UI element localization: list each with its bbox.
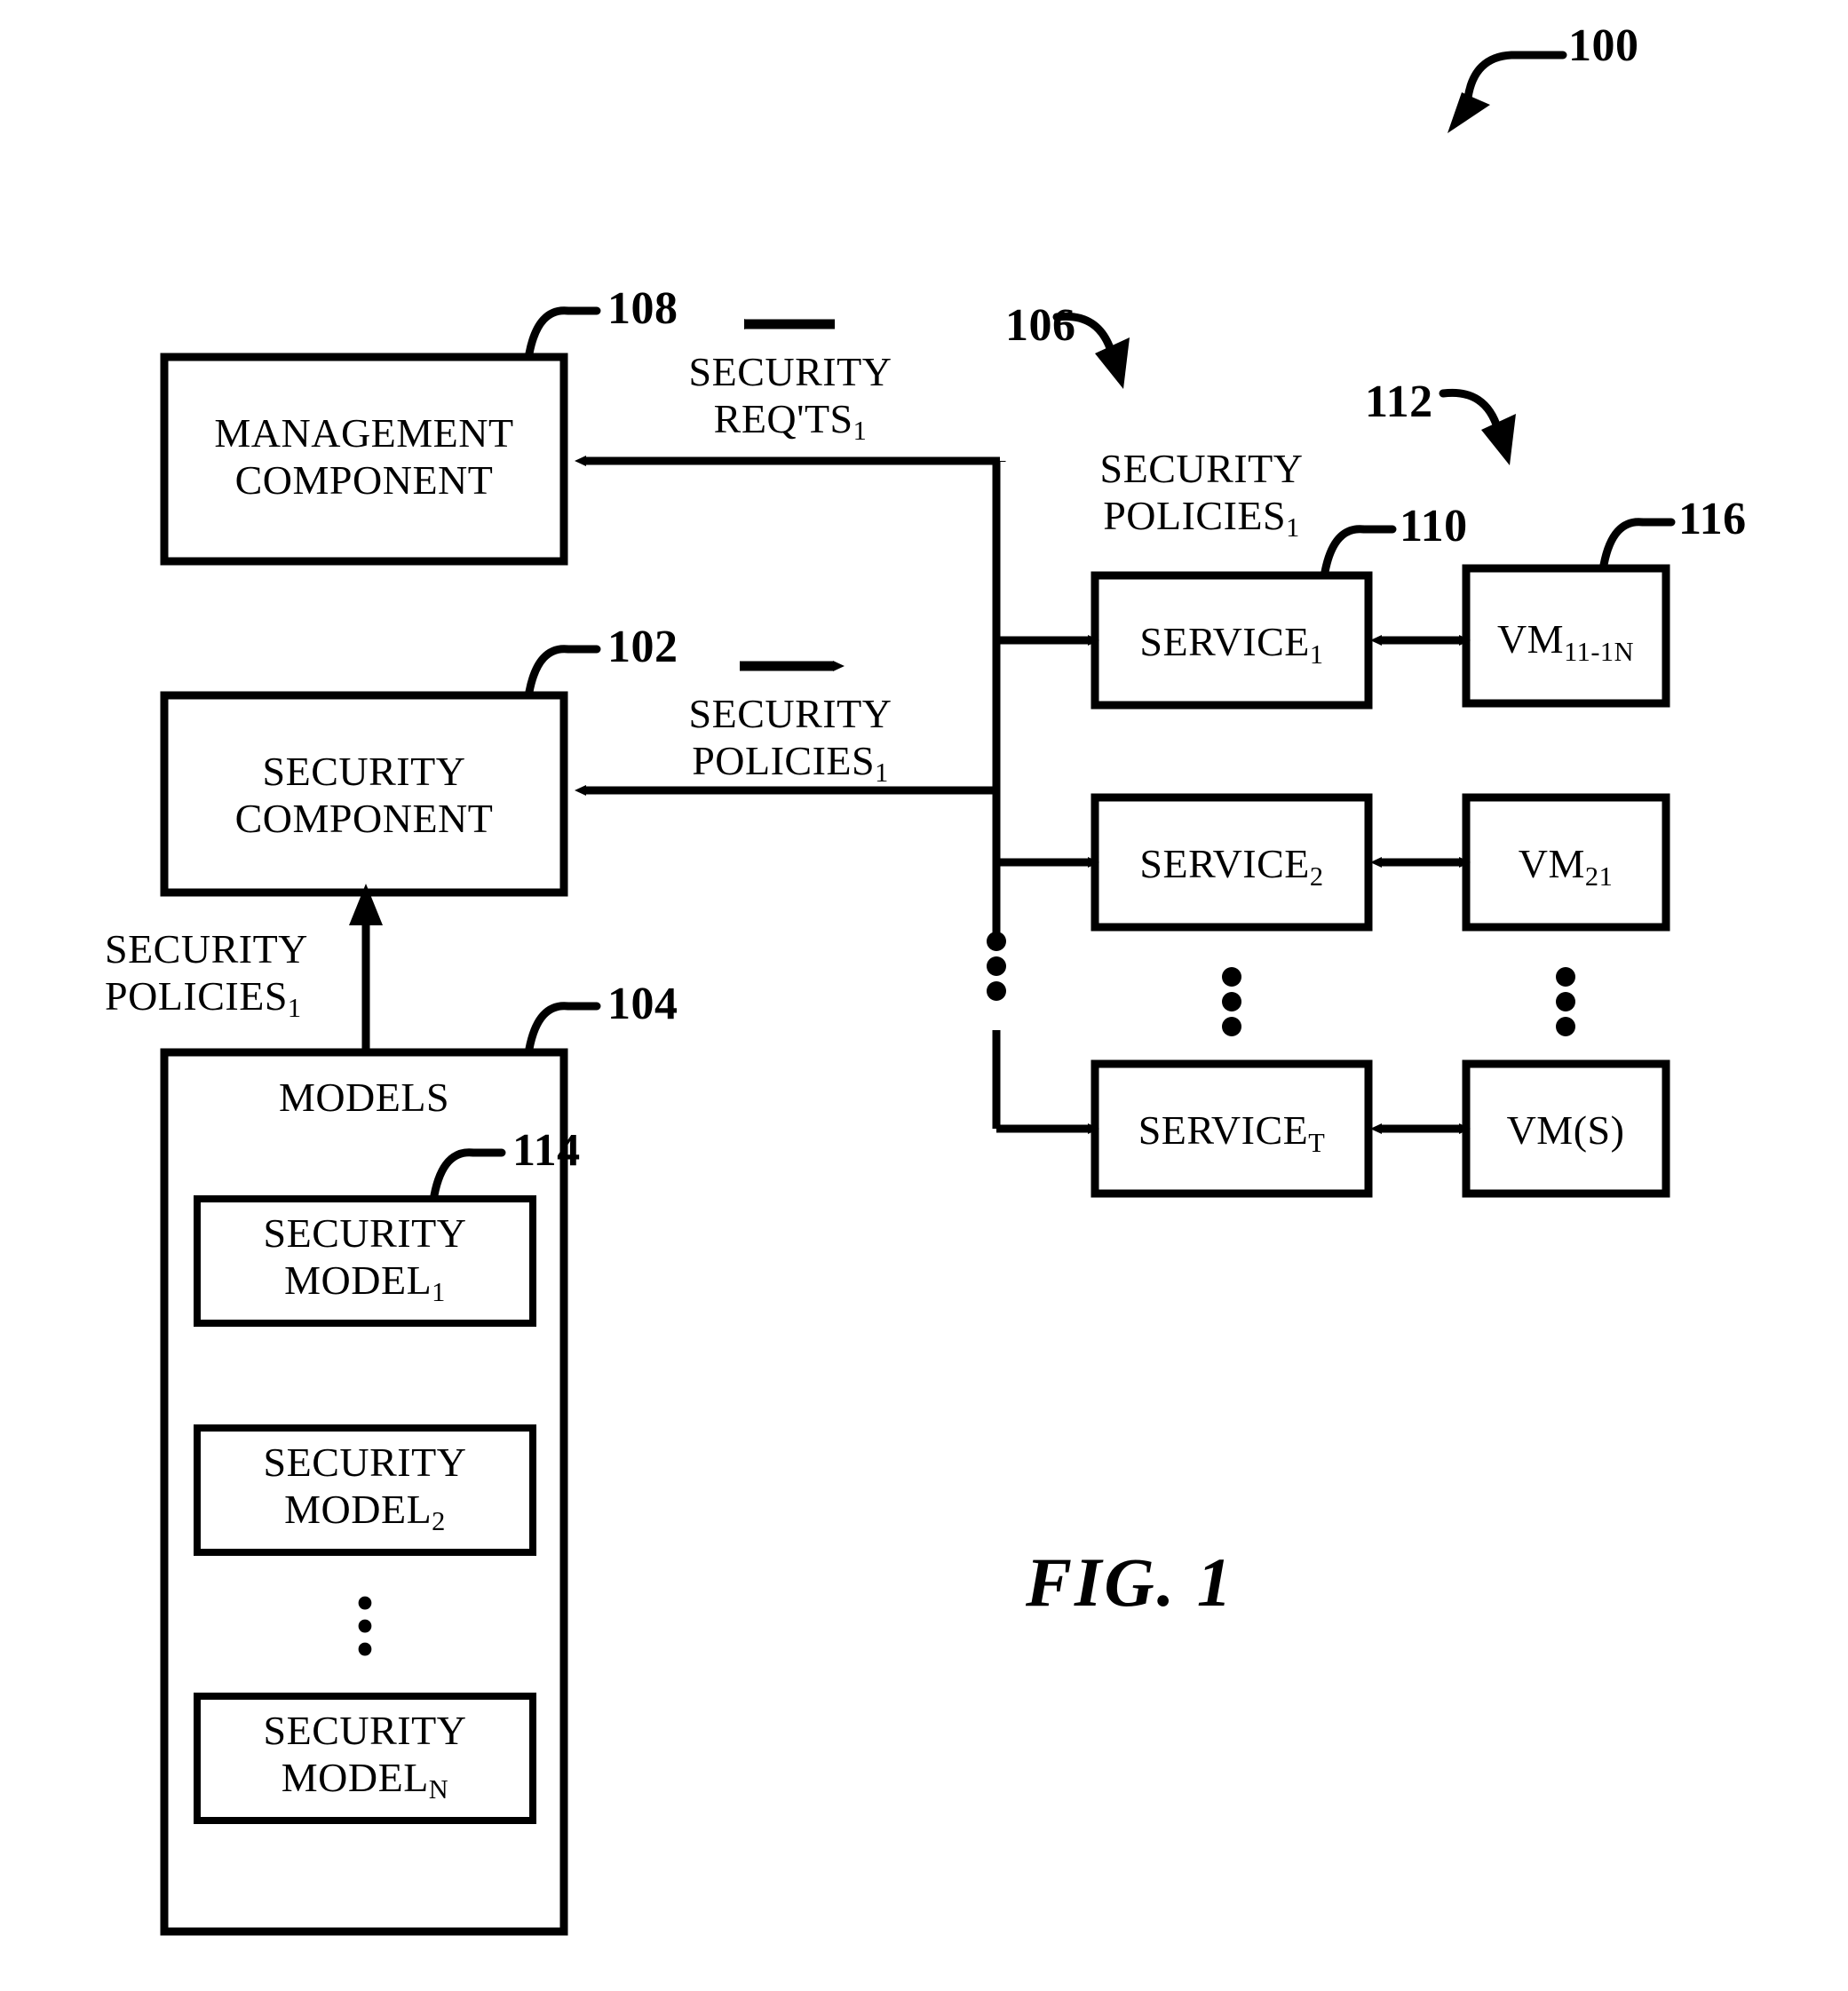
service-bus-line <box>992 635 1099 1134</box>
flow-policies-models-line2: POLICIES <box>105 972 288 1019</box>
flow-policies-models-line1: SECURITY <box>105 926 308 972</box>
management-component-line2: COMPONENT <box>234 456 494 503</box>
security-component-label: SECURITY COMPONENT <box>235 749 494 843</box>
security-model-1-line2: MODEL <box>284 1257 432 1303</box>
service-t-label: SERVICET <box>1138 1107 1326 1158</box>
security-model-n-line1: SECURITY <box>263 1708 467 1753</box>
service-t-sub: T <box>1308 1127 1326 1158</box>
service-2-sub: 2 <box>1309 861 1324 892</box>
management-component-label: MANAGEMENT COMPONENT <box>214 410 513 504</box>
reference-106: 106 <box>1005 300 1076 351</box>
service-2-name: SERVICE <box>1139 841 1310 886</box>
security-model-1-line1: SECURITY <box>263 1210 467 1256</box>
flow-label-security-policies-out: SECURITY POLICIES1 <box>688 691 892 789</box>
models-ellipsis: • • • <box>355 1574 375 1681</box>
security-component-line1: SECURITY <box>262 749 466 794</box>
flow-policies-out-line1: SECURITY <box>688 691 892 736</box>
services-security-policies-label: SECURITY POLICIES1 <box>1099 446 1304 543</box>
security-model-2-label: SECURITY MODEL2 <box>263 1440 467 1537</box>
service-t-name: SERVICE <box>1138 1107 1309 1153</box>
reference-114: 114 <box>512 1125 581 1176</box>
services-column-ellipsis <box>1222 967 1241 1036</box>
flow-reqts-sub: 1 <box>853 416 868 447</box>
vm-column-ellipsis <box>1556 967 1575 1036</box>
flow-label-security-reqts: SECURITY REQ'TS1 <box>688 349 892 447</box>
reference-102: 102 <box>607 622 678 672</box>
security-model-1-sub: 1 <box>432 1277 446 1308</box>
service-1-sub: 1 <box>1309 639 1324 670</box>
service-1-label: SERVICE1 <box>1139 619 1323 670</box>
management-component-line1: MANAGEMENT <box>214 410 514 456</box>
vm-1-name: VM <box>1496 616 1565 662</box>
system-reference-100: 100 <box>1568 20 1639 71</box>
flow-label-security-policies-from-models: SECURITY POLICIES1 <box>105 926 308 1024</box>
flow-policies-out-line2: POLICIES <box>692 737 876 783</box>
vm-2-name: VM <box>1518 841 1585 886</box>
reference-108: 108 <box>607 283 678 334</box>
services-policies-sub: 1 <box>1286 512 1300 543</box>
reference-116: 116 <box>1678 494 1747 544</box>
security-component-line2: COMPONENT <box>234 795 494 841</box>
security-model-2-sub: 2 <box>432 1506 446 1537</box>
service-1-name: SERVICE <box>1139 619 1310 664</box>
services-policies-line1: SECURITY <box>1099 446 1304 491</box>
security-model-n-line2: MODEL <box>281 1754 429 1800</box>
service-vm-links <box>1370 635 1471 1134</box>
reference-112: 112 <box>1365 377 1433 427</box>
flow-reqts-line1: SECURITY <box>688 349 892 394</box>
service-bus-ellipsis <box>987 932 1006 1001</box>
reference-104: 104 <box>607 979 678 1029</box>
flow-reqts-line2: REQ'TS <box>713 395 853 441</box>
vm-2-label: VM21 <box>1518 841 1613 892</box>
models-to-security-arrow <box>349 884 383 1052</box>
services-policies-line2: POLICIES <box>1103 492 1287 538</box>
flow-policies-out-sub: 1 <box>875 758 889 789</box>
models-title: MODELS <box>278 1075 450 1120</box>
security-model-n-label: SECURITY MODELN <box>263 1708 467 1805</box>
vm-1-sub: 11-1N <box>1564 636 1635 667</box>
figure-caption: FIG. 1 <box>1026 1543 1234 1621</box>
vm-t-name: VM(S) <box>1506 1107 1625 1153</box>
security-model-1-label: SECURITY MODEL1 <box>263 1210 467 1308</box>
patent-figure: 100 MANAGEMENT COMPONENT 108 SECURITY CO… <box>0 0 1848 1991</box>
security-model-n-sub: N <box>428 1774 449 1805</box>
reference-110: 110 <box>1400 501 1468 551</box>
flow-policies-models-sub: 1 <box>287 993 302 1024</box>
vm-2-sub: 21 <box>1584 861 1614 892</box>
security-model-2-line1: SECURITY <box>263 1440 467 1485</box>
vm-1-label: VM11-1N <box>1496 616 1634 667</box>
security-model-2-line2: MODEL <box>284 1486 432 1532</box>
service-2-label: SERVICE2 <box>1139 841 1323 892</box>
vm-t-label: VM(S) <box>1507 1107 1625 1154</box>
